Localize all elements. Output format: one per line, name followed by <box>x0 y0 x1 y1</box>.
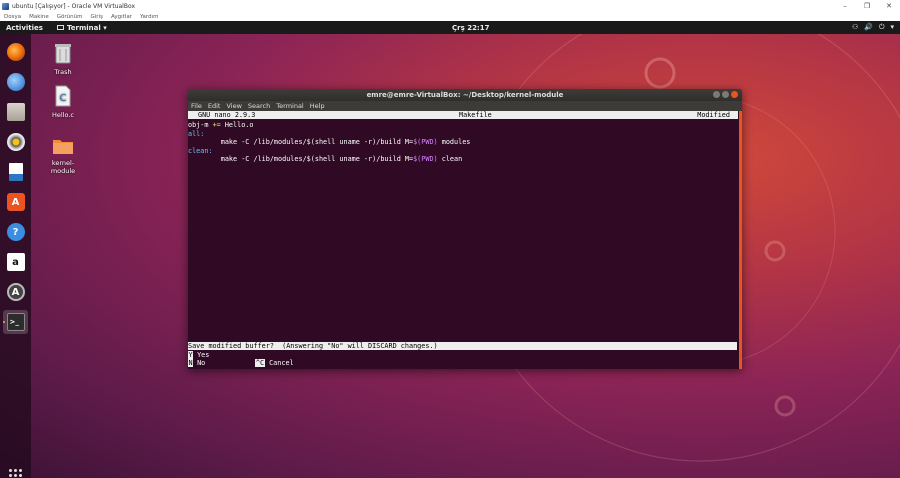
activities-button[interactable]: Activities <box>6 24 43 32</box>
terminal-icon: >_ <box>6 313 25 331</box>
nano-editor[interactable]: GNU nano 2.9.3 Makefile Modified obj-m +… <box>188 111 742 369</box>
dock-files[interactable] <box>3 100 28 124</box>
desktop-icon-label: kernel- module <box>50 159 76 175</box>
code-line-3: make -C /lib/modules/$(shell uname -r)/b… <box>188 138 471 146</box>
c-file-icon: C <box>55 85 71 107</box>
dock-terminal[interactable]: >_ <box>3 310 28 334</box>
save-prompt: Save modified buffer? (Answering "No" wi… <box>188 342 737 350</box>
tray-chevron-down-icon: ▾ <box>890 23 894 31</box>
code-line-1: obj-m += Hello.o <box>188 121 254 129</box>
vbox-titlebar: ubuntu [Çalışıyor] - Oracle VM VirtualBo… <box>0 0 900 12</box>
trash-icon <box>55 44 71 64</box>
nano-version: GNU nano 2.9.3 <box>198 111 256 119</box>
updater-icon: A <box>6 283 25 301</box>
option-no[interactable]: N No <box>188 359 205 367</box>
menu-edit[interactable]: Edit <box>208 102 221 110</box>
thunderbird-icon <box>6 73 25 91</box>
app-menu-terminal[interactable]: Terminal ▾ <box>56 23 107 32</box>
terminal-window[interactable]: emre@emre-VirtualBox: ~/Desktop/kernel-m… <box>188 89 742 369</box>
dock-updater[interactable]: A <box>3 280 28 304</box>
firefox-icon <box>6 43 25 61</box>
writer-icon <box>8 163 23 181</box>
dock-software[interactable]: A <box>3 190 28 214</box>
terminal-maximize-button[interactable] <box>722 91 729 98</box>
virtualbox-icon <box>2 2 9 10</box>
option-yes[interactable]: Y Yes <box>188 351 209 359</box>
system-tray[interactable]: ⚇ 🔊 ⏻ ▾ <box>852 23 894 32</box>
option-no-label: No <box>197 359 206 367</box>
code-line-4: clean: <box>188 146 213 155</box>
code-line-5: make -C /lib/modules/$(shell uname -r)/b… <box>188 155 463 163</box>
vbox-window-title: ubuntu [Çalışıyor] - Oracle VM VirtualBo… <box>12 2 135 10</box>
menu-view[interactable]: View <box>226 102 241 110</box>
minimize-button[interactable]: – <box>834 0 856 12</box>
code-line-2: all: <box>188 129 205 138</box>
dock-writer[interactable] <box>3 160 28 184</box>
nano-status: Modified <box>697 111 730 119</box>
vbox-menu-makine[interactable]: Makine <box>29 14 49 20</box>
menu-search[interactable]: Search <box>248 102 270 110</box>
menu-terminal[interactable]: Terminal <box>276 102 303 110</box>
menu-help[interactable]: Help <box>310 102 325 110</box>
nano-filename: Makefile <box>459 111 492 119</box>
option-cancel[interactable]: ^C Cancel <box>255 359 294 367</box>
help-icon: ? <box>6 223 25 241</box>
desktop-icon-kernel-module[interactable]: kernel- module <box>43 129 83 183</box>
rhythmbox-icon <box>6 133 25 151</box>
nano-header: GNU nano 2.9.3 Makefile Modified <box>188 111 738 119</box>
desktop-icon-label: Trash <box>54 68 72 76</box>
terminal-scrollbar[interactable] <box>739 111 742 369</box>
vbox-menu-gorunum[interactable]: Görünüm <box>57 14 83 20</box>
folder-icon <box>53 140 73 154</box>
terminal-menubar: File Edit View Search Terminal Help <box>188 101 742 111</box>
option-cancel-label: Cancel <box>269 359 294 367</box>
vbox-menu-dosya[interactable]: Dosya <box>4 14 21 20</box>
network-icon: ⚇ <box>851 23 859 31</box>
dock-firefox[interactable] <box>3 40 28 64</box>
desktop-icon-hello-c[interactable]: C Hello.c <box>43 85 83 119</box>
dock-thunderbird[interactable] <box>3 70 28 94</box>
dock-rhythmbox[interactable] <box>3 130 28 154</box>
app-menu-label: Terminal ▾ <box>66 23 107 32</box>
files-icon <box>6 103 25 121</box>
running-indicator <box>3 321 5 323</box>
terminal-titlebar[interactable]: emre@emre-VirtualBox: ~/Desktop/kernel-m… <box>188 89 742 101</box>
gnome-topbar: Activities Terminal ▾ Çrş 22:17 ⚇ 🔊 ⏻ ▾ <box>0 21 900 34</box>
software-icon: A <box>6 193 25 211</box>
restore-button[interactable]: ❐ <box>856 0 878 12</box>
terminal-window-buttons <box>713 91 738 98</box>
key-y: Y <box>188 351 193 359</box>
key-n: N <box>188 359 193 367</box>
vbox-menubar: Dosya Makine Görünüm Giriş Aygıtlar Yard… <box>0 12 900 21</box>
key-ctrl-c: ^C <box>255 359 265 367</box>
guest-screen: Activities Terminal ▾ Çrş 22:17 ⚇ 🔊 ⏻ ▾ <box>0 21 900 478</box>
power-icon: ⏻ <box>878 23 885 31</box>
menu-file[interactable]: File <box>191 102 202 110</box>
dock-help[interactable]: ? <box>3 220 28 244</box>
amazon-icon: a <box>6 253 25 271</box>
dock: A ? a A >_ <box>0 34 31 478</box>
svg-text:C: C <box>60 93 67 104</box>
desktop-icon-label: Hello.c <box>51 111 74 119</box>
clock[interactable]: Çrş 22:17 <box>452 24 489 32</box>
terminal-title: emre@emre-VirtualBox: ~/Desktop/kernel-m… <box>366 91 564 99</box>
vbox-menu-giris[interactable]: Giriş <box>91 14 103 20</box>
vbox-menu-aygitlar[interactable]: Aygıtlar <box>111 14 132 20</box>
dock-amazon[interactable]: a <box>3 250 28 274</box>
desktop-icon-trash[interactable]: Trash <box>43 42 83 76</box>
terminal-close-button[interactable] <box>731 91 738 98</box>
terminal-minimize-button[interactable] <box>713 91 720 98</box>
show-applications-button[interactable] <box>9 469 22 478</box>
close-button[interactable]: ✕ <box>878 0 900 12</box>
volume-icon: 🔊 <box>864 23 873 31</box>
option-yes-label: Yes <box>197 351 210 359</box>
terminal-mini-icon <box>56 25 64 30</box>
vbox-menu-yardim[interactable]: Yardım <box>140 14 159 20</box>
